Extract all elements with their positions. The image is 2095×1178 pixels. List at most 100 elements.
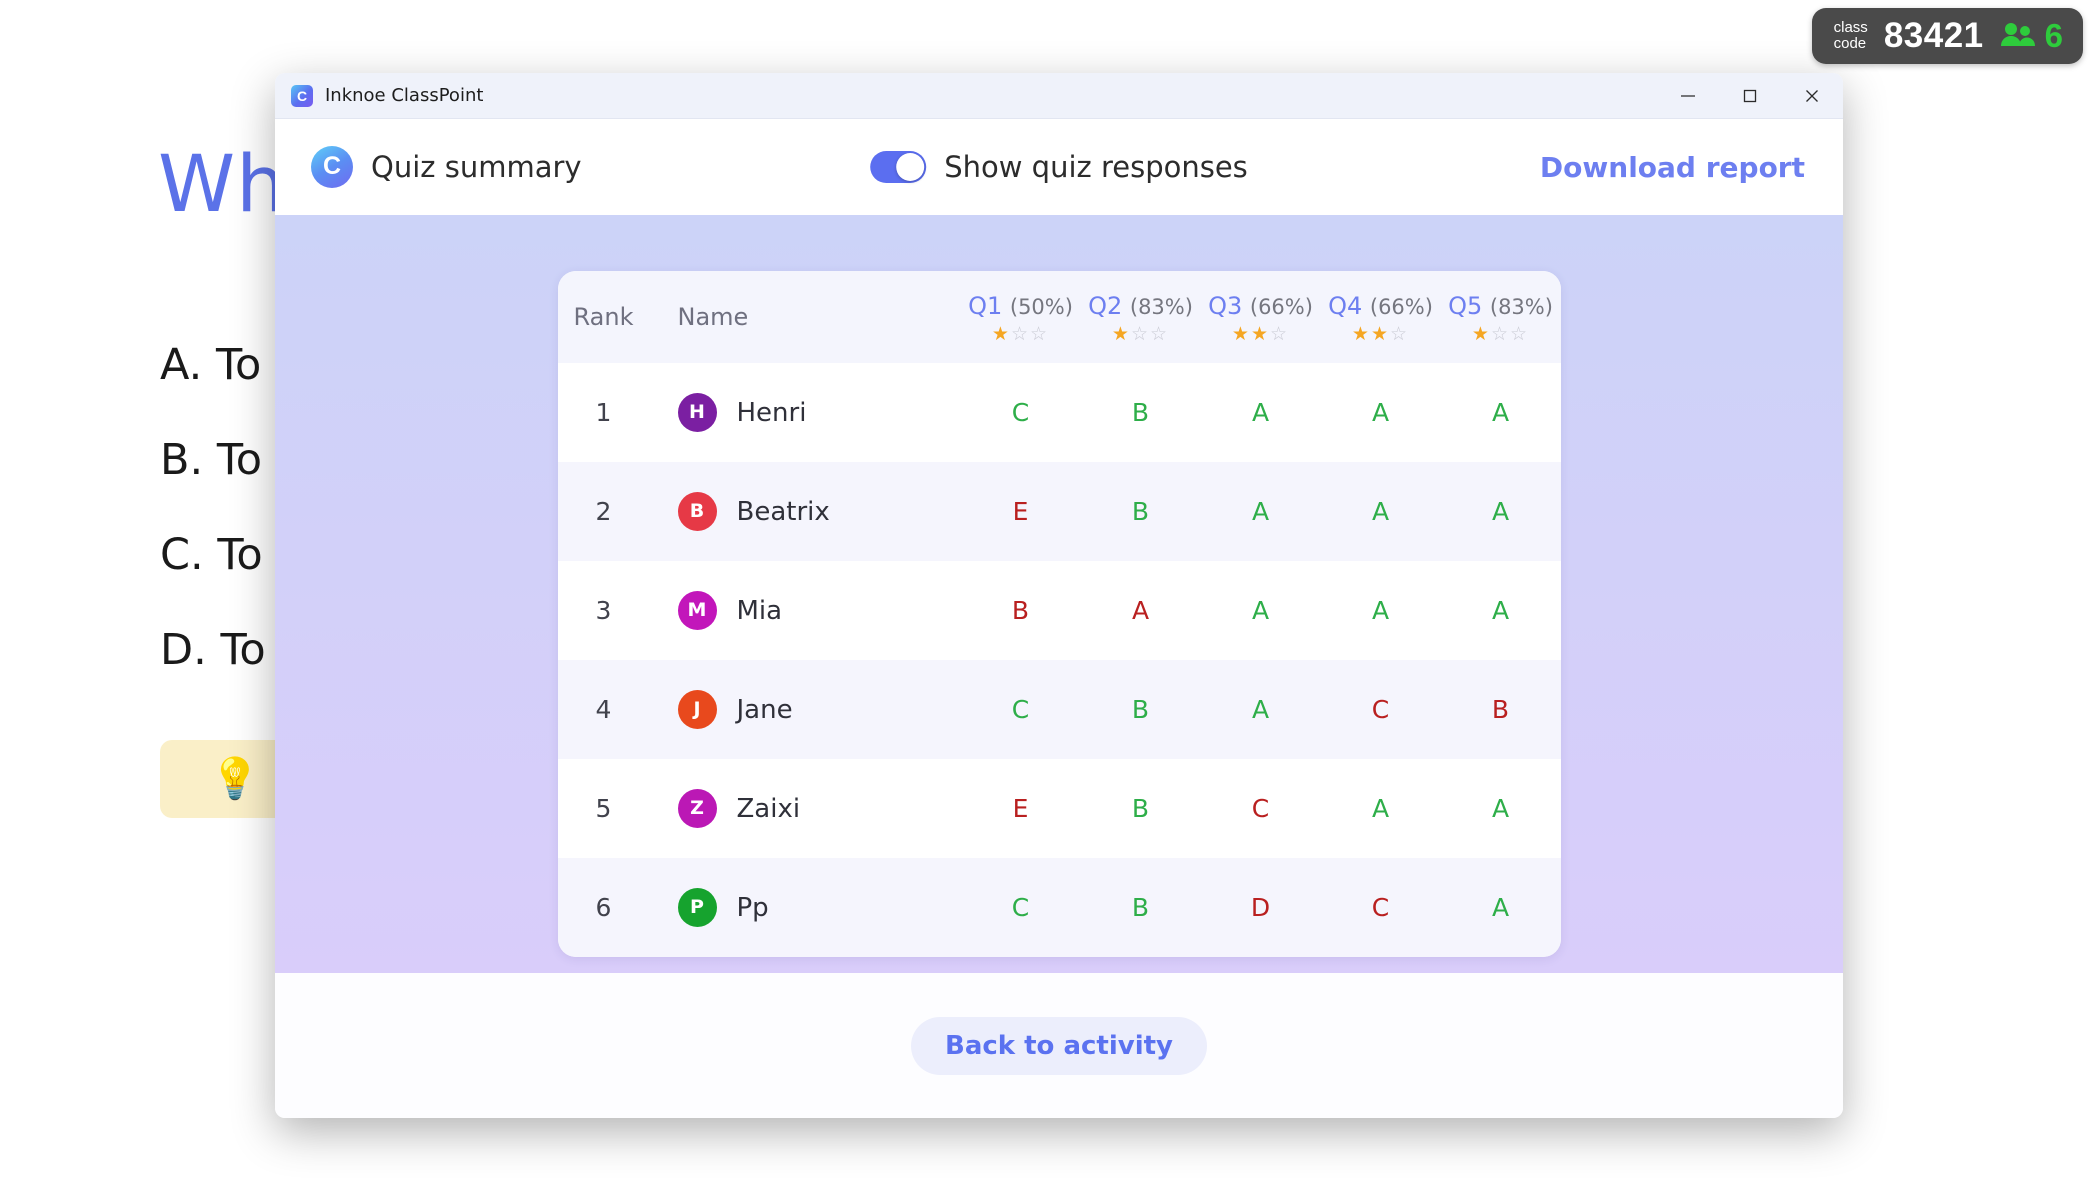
star-icon: ☆ (1390, 323, 1409, 345)
cell-rank: 4 (558, 660, 650, 759)
star-icon: ★ (1251, 323, 1270, 345)
window-titlebar[interactable]: C Inknoe ClassPoint (275, 73, 1843, 119)
table-row[interactable]: 1HHenriCBAAA (558, 363, 1561, 462)
star-icon: ☆ (1131, 323, 1150, 345)
maximize-button[interactable] (1719, 73, 1781, 118)
participant-counter: 6 (2000, 17, 2063, 55)
table-row[interactable]: 5ZZaixiEBCAA (558, 759, 1561, 858)
cell-answer-q4: A (1321, 363, 1441, 462)
results-table-card: Rank Name Q1 (50%) ★☆☆ (558, 271, 1561, 957)
maximize-icon (1741, 87, 1759, 105)
quiz-summary-footer: Back to activity (275, 973, 1843, 1118)
cell-rank: 3 (558, 561, 650, 660)
participant-count: 6 (2045, 17, 2063, 55)
close-icon (1803, 87, 1821, 105)
window-title: Inknoe ClassPoint (325, 85, 483, 106)
table-row[interactable]: 3MMiaBAAAA (558, 561, 1561, 660)
cell-name: J Jane (650, 660, 961, 759)
results-table-body: 1HHenriCBAAA2BBeatrixEBAAA3MMiaBAAAA4JJa… (558, 363, 1561, 957)
table-row[interactable]: 6PPpCBDCA (558, 858, 1561, 957)
cell-name: P Pp (650, 858, 961, 957)
participant-name: Pp (737, 893, 769, 923)
column-header-q4[interactable]: Q4 (66%) ★★☆ (1321, 271, 1441, 363)
cell-answer-q3: A (1201, 462, 1321, 561)
show-quiz-responses-toggle[interactable]: Show quiz responses (870, 150, 1248, 184)
classpoint-app-icon: C (291, 85, 313, 107)
star-icon: ★ (1112, 323, 1131, 345)
column-header-q1[interactable]: Q1 (50%) ★☆☆ (961, 271, 1081, 363)
cell-answer-q1: E (961, 759, 1081, 858)
cell-answer-q1: C (961, 363, 1081, 462)
star-icon: ☆ (1510, 323, 1529, 345)
cell-answer-q1: C (961, 660, 1081, 759)
column-header-q5[interactable]: Q5 (83%) ★☆☆ (1441, 271, 1561, 363)
star-icon: ★ (992, 323, 1011, 345)
cell-answer-q3: A (1201, 561, 1321, 660)
classpoint-logo-icon: C (311, 146, 353, 188)
cell-rank: 5 (558, 759, 650, 858)
star-icon: ☆ (1491, 323, 1510, 345)
class-code-badge: class code 83421 6 (1812, 8, 2083, 64)
star-icon: ★ (1352, 323, 1371, 345)
cell-answer-q5: A (1441, 561, 1561, 660)
cell-answer-q4: A (1321, 561, 1441, 660)
toggle-knob (896, 153, 924, 181)
avatar: B (678, 492, 717, 531)
cell-answer-q5: A (1441, 858, 1561, 957)
download-report-button[interactable]: Download report (1540, 151, 1805, 184)
q2-percent: (83%) (1130, 295, 1193, 319)
lightbulb-icon: 💡 (210, 759, 260, 799)
q4-id: Q4 (1328, 292, 1362, 320)
column-header-q3[interactable]: Q3 (66%) ★★☆ (1201, 271, 1321, 363)
classpoint-window: C Inknoe ClassPoint C Quiz summary (275, 73, 1843, 1118)
cell-name: BBeatrix (650, 462, 961, 561)
avatar: M (678, 591, 717, 630)
participant-name: Mia (737, 596, 783, 626)
q1-difficulty-stars: ★☆☆ (961, 325, 1081, 344)
cell-name: ZZaixi (650, 759, 961, 858)
star-icon: ★ (1232, 323, 1251, 345)
cell-answer-q3: A (1201, 363, 1321, 462)
column-header-name: Name (650, 271, 961, 363)
cell-answer-q5: A (1441, 462, 1561, 561)
close-button[interactable] (1781, 73, 1843, 118)
avatar: J (678, 690, 717, 729)
cell-answer-q2: B (1081, 363, 1201, 462)
q3-percent: (66%) (1250, 295, 1313, 319)
cell-answer-q2: B (1081, 858, 1201, 957)
cell-answer-q2: B (1081, 759, 1201, 858)
q2-difficulty-stars: ★☆☆ (1081, 325, 1201, 344)
class-code-label: class code (1834, 20, 1868, 52)
cell-name: HHenri (650, 363, 961, 462)
cell-answer-q5: B (1441, 660, 1561, 759)
results-table-head: Rank Name Q1 (50%) ★☆☆ (558, 271, 1561, 363)
quiz-summary-brand: C Quiz summary (311, 146, 582, 188)
cell-answer-q1: C (961, 858, 1081, 957)
star-icon: ☆ (1150, 323, 1169, 345)
q4-percent: (66%) (1370, 295, 1433, 319)
participant-name: Jane (737, 695, 793, 725)
cell-rank: 6 (558, 858, 650, 957)
q5-id: Q5 (1448, 292, 1482, 320)
cell-answer-q1: E (961, 462, 1081, 561)
table-row[interactable]: 4JJaneCBACB (558, 660, 1561, 759)
class-code-value: 83421 (1884, 16, 1984, 56)
star-icon: ★ (1371, 323, 1390, 345)
cell-answer-q4: A (1321, 759, 1441, 858)
cell-answer-q4: A (1321, 462, 1441, 561)
back-to-activity-button[interactable]: Back to activity (911, 1017, 1207, 1075)
cell-answer-q2: B (1081, 462, 1201, 561)
cell-rank: 2 (558, 462, 650, 561)
q5-difficulty-stars: ★☆☆ (1441, 325, 1561, 344)
toggle-switch[interactable] (870, 151, 926, 183)
table-row[interactable]: 2BBeatrixEBAAA (558, 462, 1561, 561)
people-icon (2000, 21, 2036, 52)
column-header-rank: Rank (558, 271, 650, 363)
avatar: P (678, 888, 717, 927)
page-title: Quiz summary (371, 150, 582, 184)
cell-answer-q2: A (1081, 561, 1201, 660)
cell-answer-q4: C (1321, 660, 1441, 759)
column-header-q2[interactable]: Q2 (83%) ★☆☆ (1081, 271, 1201, 363)
cell-answer-q3: D (1201, 858, 1321, 957)
minimize-button[interactable] (1657, 73, 1719, 118)
